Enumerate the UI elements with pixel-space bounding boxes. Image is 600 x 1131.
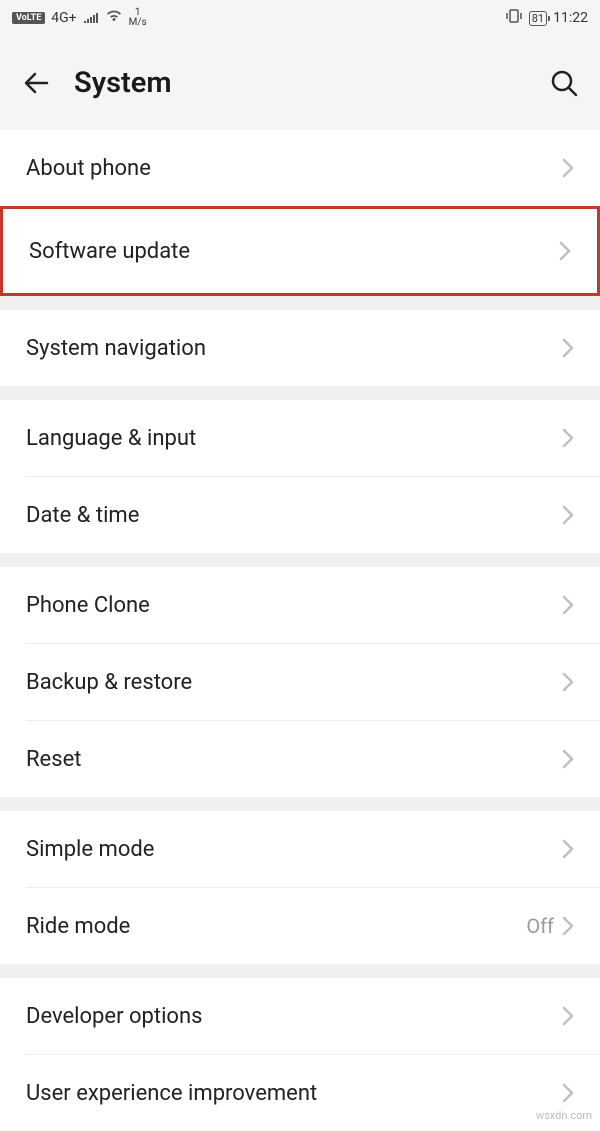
settings-item-label: Developer options [26, 1004, 562, 1029]
settings-item-ride-mode[interactable]: Ride modeOff [0, 888, 600, 964]
settings-item-label: User experience improvement [26, 1081, 562, 1106]
settings-item-language-input[interactable]: Language & input [0, 400, 600, 476]
settings-item-reset[interactable]: Reset [0, 721, 600, 797]
settings-group: About phone Software update [0, 130, 600, 296]
settings-item-label: System navigation [26, 336, 562, 361]
settings-group: Simple mode Ride modeOff [0, 811, 600, 964]
settings-item-date-time[interactable]: Date & time [0, 477, 600, 553]
settings-item-label: Ride mode [26, 914, 526, 939]
settings-item-software-update[interactable]: Software update [0, 206, 600, 296]
chevron-right-icon [562, 338, 574, 358]
group-gap [0, 964, 600, 978]
watermark: wsxdn.com [536, 1109, 592, 1122]
header: System [0, 36, 600, 130]
wifi-icon [105, 9, 123, 27]
search-button[interactable] [546, 65, 582, 101]
settings-item-phone-clone[interactable]: Phone Clone [0, 567, 600, 643]
volte-badge: VoLTE [12, 12, 45, 24]
settings-item-label: Software update [29, 239, 559, 264]
status-left: VoLTE 4G+ 1 M/s [12, 8, 147, 28]
chevron-right-icon [562, 428, 574, 448]
settings-item-label: Backup & restore [26, 670, 562, 695]
signal-icon [83, 9, 99, 27]
page-title: System [74, 66, 526, 100]
settings-item-about-phone[interactable]: About phone [0, 130, 600, 206]
chevron-right-icon [562, 749, 574, 769]
settings-item-label: Phone Clone [26, 593, 562, 618]
vibrate-icon [505, 9, 523, 27]
settings-group: Language & input Date & time [0, 400, 600, 553]
chevron-right-icon [562, 1083, 574, 1103]
back-arrow-icon [21, 68, 51, 98]
battery-indicator: 81 [529, 11, 547, 26]
chevron-right-icon [559, 241, 571, 261]
chevron-right-icon [562, 839, 574, 859]
network-speed: 1 M/s [129, 8, 147, 28]
network-indicator: 4G+ [51, 10, 76, 26]
search-icon [549, 68, 579, 98]
settings-item-label: About phone [26, 156, 562, 181]
chevron-right-icon [562, 672, 574, 692]
group-gap [0, 797, 600, 811]
settings-group: Developer options User experience improve… [0, 978, 600, 1131]
status-right: 81 11:22 [505, 9, 588, 27]
settings-item-system-navigation[interactable]: System navigation [0, 310, 600, 386]
chevron-right-icon [562, 1006, 574, 1026]
chevron-right-icon [562, 916, 574, 936]
settings-item-simple-mode[interactable]: Simple mode [0, 811, 600, 887]
group-gap [0, 386, 600, 400]
settings-group: System navigation [0, 310, 600, 386]
group-gap [0, 553, 600, 567]
settings-group: Phone Clone Backup & restore Reset [0, 567, 600, 797]
chevron-right-icon [562, 505, 574, 525]
settings-item-backup-restore[interactable]: Backup & restore [0, 644, 600, 720]
settings-item-label: Language & input [26, 426, 562, 451]
settings-item-developer-options[interactable]: Developer options [0, 978, 600, 1054]
back-button[interactable] [18, 65, 54, 101]
settings-item-value: Off [526, 914, 554, 938]
chevron-right-icon [562, 158, 574, 178]
clock: 11:22 [553, 10, 588, 26]
settings-item-label: Simple mode [26, 837, 562, 862]
settings-item-label: Date & time [26, 503, 562, 528]
settings-item-label: Reset [26, 747, 562, 772]
chevron-right-icon [562, 595, 574, 615]
status-bar: VoLTE 4G+ 1 M/s 81 11:22 [0, 0, 600, 36]
group-gap [0, 296, 600, 310]
settings-item-user-experience-improvement[interactable]: User experience improvement [0, 1055, 600, 1131]
